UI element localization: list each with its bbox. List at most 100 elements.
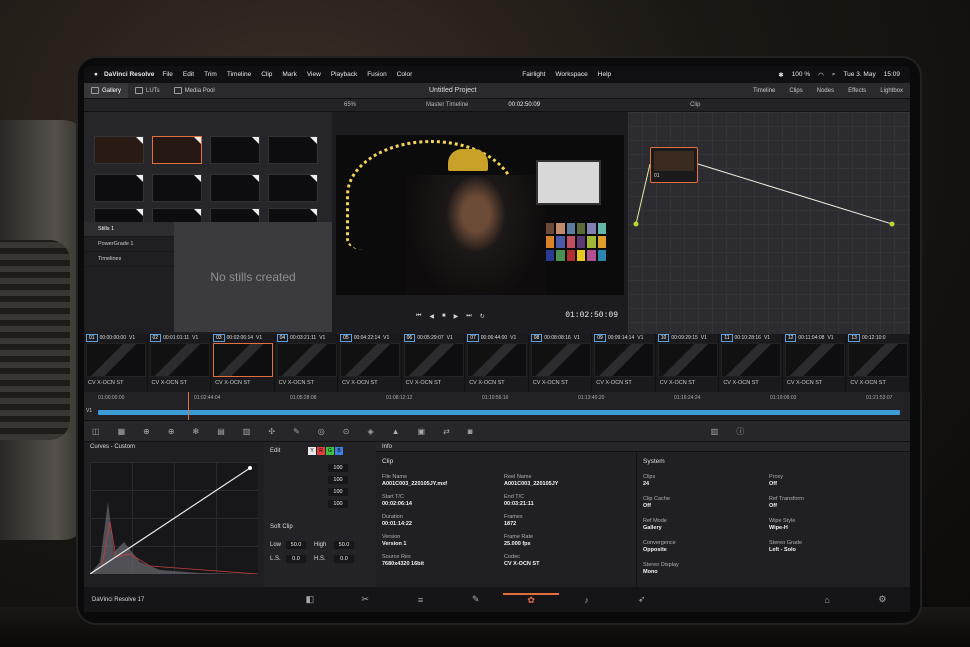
hs-value[interactable]: 0.0	[334, 555, 354, 563]
video-track[interactable]	[98, 410, 900, 415]
tab-clips[interactable]: Clips	[782, 88, 809, 94]
apple-icon[interactable]: ●	[94, 71, 98, 78]
album-timelines[interactable]: Timelines	[84, 252, 174, 267]
clip-thumbnail[interactable]: 07 00:06:44:00 V1 CV X-OCN ST	[465, 334, 529, 392]
still-thumb[interactable]	[94, 174, 144, 202]
node-editor[interactable]: 01	[628, 112, 910, 334]
menu-timeline[interactable]: Timeline	[227, 71, 251, 78]
clip-thumbnail[interactable]: 02 00:01:01:11 V1 CV X-OCN ST	[148, 334, 212, 392]
serial-node-01[interactable]: 01	[650, 147, 698, 183]
page-deliver-icon[interactable]: ➶	[614, 594, 669, 605]
menu-fusion[interactable]: Fusion	[367, 71, 387, 78]
mini-timeline[interactable]: 01:00:00:00 01:02:44:04 01:05:28:08 01:08:1…	[84, 392, 910, 420]
still-thumb[interactable]	[94, 136, 144, 164]
scopes-icon[interactable]: ▥	[711, 427, 719, 436]
search-icon[interactable]: ⌕	[832, 71, 836, 79]
rgb-mixer-icon[interactable]: ✻	[193, 427, 200, 436]
menu-mark[interactable]: Mark	[282, 71, 296, 78]
chip-blue[interactable]: B	[335, 447, 343, 455]
red-value[interactable]: 100	[328, 476, 348, 484]
qualifier-icon[interactable]: ✎	[293, 427, 300, 436]
page-fusion-icon[interactable]: ✎	[448, 594, 503, 605]
key-icon[interactable]: ▣	[418, 427, 426, 436]
skip-start-icon[interactable]: ⏮	[416, 313, 421, 320]
home-icon[interactable]: ⌂	[799, 595, 854, 605]
tab-timeline[interactable]: Timeline	[746, 88, 782, 94]
blur-icon[interactable]: ▲	[392, 427, 400, 436]
window-icon[interactable]: ◎	[318, 427, 325, 436]
page-cut-icon[interactable]: ✂	[338, 594, 393, 605]
tracker-icon[interactable]: ⊙	[343, 427, 350, 436]
album-powergrade-1[interactable]: PowerGrade 1	[84, 237, 174, 252]
tab-effects[interactable]: Effects	[841, 88, 873, 94]
menu-trim[interactable]: Trim	[204, 71, 217, 78]
tab-gallery[interactable]: Gallery	[84, 83, 129, 98]
camera-raw-icon[interactable]: ◫	[92, 427, 100, 436]
low-value[interactable]: 50.0	[286, 541, 306, 549]
menu-fairlight[interactable]: Fairlight	[522, 71, 545, 78]
menu-workspace[interactable]: Workspace	[555, 71, 587, 78]
node-mode-select[interactable]: Clip	[690, 102, 700, 108]
green-value[interactable]: 100	[328, 488, 348, 496]
ls-value[interactable]: 0.0	[286, 555, 306, 563]
menu-help[interactable]: Help	[598, 71, 611, 78]
step-back-icon[interactable]: ◀	[429, 313, 434, 320]
still-thumb[interactable]	[152, 174, 202, 202]
menu-playback[interactable]: Playback	[331, 71, 357, 78]
info-icon[interactable]: ⓘ	[736, 426, 744, 437]
tab-media-pool[interactable]: Media Pool	[167, 83, 222, 98]
menu-view[interactable]: View	[307, 71, 321, 78]
clip-thumbnail[interactable]: 11 00:10:28:16 V1 CV X-OCN ST	[719, 334, 783, 392]
still-thumb[interactable]	[210, 174, 260, 202]
page-color-icon[interactable]: ✿	[503, 593, 559, 606]
tab-nodes[interactable]: Nodes	[810, 88, 841, 94]
menu-edit[interactable]: Edit	[183, 71, 194, 78]
album-stills-1[interactable]: Stills 1	[84, 222, 174, 237]
clip-thumbnail[interactable]: 09 00:09:14:14 V1 CV X-OCN ST	[592, 334, 656, 392]
magic-mask-icon[interactable]: ◈	[367, 427, 373, 436]
curve-graph[interactable]	[89, 462, 259, 575]
still-thumb[interactable]	[268, 136, 318, 164]
clip-thumbnail[interactable]: 13 00:12:10:0 CV X-OCN ST	[846, 334, 910, 392]
clip-thumbnail[interactable]: 06 00:05:29:07 V1 CV X-OCN ST	[402, 334, 466, 392]
blue-value[interactable]: 100	[328, 500, 348, 508]
still-thumb-selected[interactable]	[152, 136, 202, 164]
stop-icon[interactable]: ■	[442, 313, 446, 319]
menu-clip[interactable]: Clip	[261, 71, 272, 78]
sizing-icon[interactable]: ⇄	[443, 427, 450, 436]
clip-thumbnail[interactable]: 01 00:00:00:00 V1 CV X-OCN ST	[84, 334, 148, 392]
tab-luts[interactable]: LUTs	[128, 83, 167, 98]
menu-file[interactable]: File	[162, 71, 172, 78]
motion-effects-icon[interactable]: ▤	[217, 427, 225, 436]
wifi-icon[interactable]: ◠	[818, 71, 824, 79]
still-thumb[interactable]	[268, 174, 318, 202]
chip-luma[interactable]: Y	[308, 447, 316, 455]
color-warper-icon[interactable]: ✣	[268, 427, 275, 436]
zoom-select[interactable]: 65%	[344, 102, 356, 108]
timeline-select[interactable]: Master Timeline	[426, 102, 468, 108]
menu-color[interactable]: Color	[397, 71, 413, 78]
luma-value[interactable]: 100	[328, 464, 348, 472]
tab-lightbox[interactable]: Lightbox	[873, 88, 910, 94]
clip-thumbnail[interactable]: 04 00:03:21:11 V1 CV X-OCN ST	[275, 334, 339, 392]
hdr-icon[interactable]: ⊕	[168, 427, 175, 436]
clip-thumbnail[interactable]: 08 00:08:08:16 V1 CV X-OCN ST	[529, 334, 593, 392]
page-edit-icon[interactable]: ≡	[393, 595, 448, 605]
clip-thumbnail[interactable]: 05 00:04:22:14 V1 CV X-OCN ST	[338, 334, 402, 392]
play-icon[interactable]: ▶	[454, 313, 459, 320]
loop-icon[interactable]: ↻	[480, 313, 485, 320]
settings-icon[interactable]: ⚙	[855, 594, 910, 605]
primaries-icon[interactable]: ⊕	[143, 427, 150, 436]
clip-thumbnail[interactable]: 10 00:09:29:15 V1 CV X-OCN ST	[656, 334, 720, 392]
page-media-icon[interactable]: ◧	[282, 594, 337, 605]
curves-icon[interactable]: ▥	[243, 427, 251, 436]
high-value[interactable]: 50.0	[334, 541, 354, 549]
app-menu[interactable]: DaVinci Resolve	[104, 71, 154, 78]
page-fairlight-icon[interactable]: ♪	[559, 595, 614, 605]
clip-thumbnail[interactable]: 12 00:11:04:08 V1 CV X-OCN ST	[783, 334, 847, 392]
3d-icon[interactable]: ◙	[468, 427, 473, 436]
color-match-icon[interactable]: ▦	[118, 427, 126, 436]
bluetooth-icon[interactable]: ✱	[778, 71, 783, 79]
chip-red[interactable]: R	[317, 447, 325, 455]
still-thumb[interactable]	[210, 136, 260, 164]
